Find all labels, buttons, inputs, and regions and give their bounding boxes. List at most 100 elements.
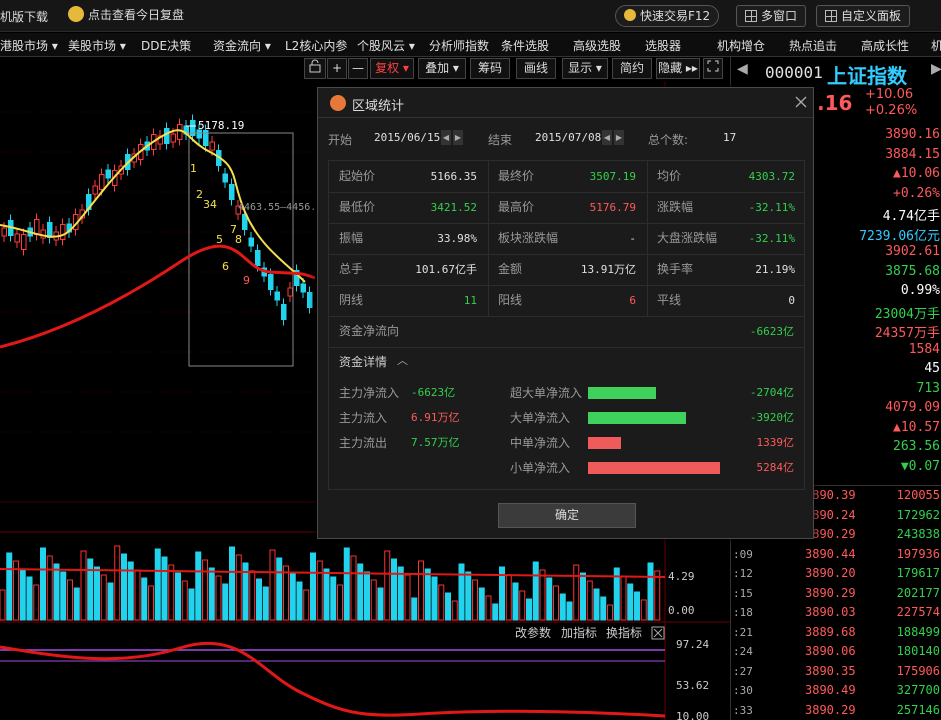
nav-us-market[interactable]: 美股市场 ▾: [68, 37, 126, 54]
collapse-chevron-icon[interactable]: ︿: [397, 345, 408, 376]
stat-value: 13.91万亿: [580, 263, 636, 276]
quick-trade-label: 快速交易F12: [640, 9, 711, 23]
next-stock-arrow[interactable]: ▶: [931, 61, 941, 77]
nav-fund-flow[interactable]: 资金流向 ▾: [213, 37, 271, 54]
count-value: 17: [723, 131, 737, 144]
nav-analyst-index[interactable]: 分析师指数: [429, 37, 489, 54]
start-prev-icon[interactable]: ◀: [441, 130, 451, 145]
nav-more[interactable]: 机: [931, 37, 941, 54]
nav-condition-select[interactable]: 条件选股: [501, 37, 549, 54]
high-label: 5178.19: [198, 119, 244, 132]
stat-col-divider: [647, 161, 648, 316]
lock-button[interactable]: [304, 58, 326, 79]
adjust-dropdown[interactable]: 复权 ▾: [370, 58, 414, 79]
tick-volume: 243838: [896, 527, 940, 541]
stat-label: 金额: [498, 262, 523, 276]
overlay-dropdown[interactable]: 叠加 ▾: [418, 58, 466, 79]
volume-bar: [532, 561, 539, 621]
volume-bar: [316, 560, 323, 621]
flow-bar: [588, 437, 621, 449]
draw-line-button[interactable]: 画线: [516, 58, 556, 79]
dialog-title-bar[interactable]: 区域统计: [318, 88, 813, 118]
candle-body: [274, 291, 280, 301]
custom-panel-button[interactable]: 自定义面板: [816, 5, 911, 27]
range-label: 4463.55—4456.: [238, 202, 316, 213]
volume-bar: [526, 598, 532, 621]
volume-bar: [107, 582, 114, 621]
stat-value: 101.67亿手: [415, 263, 477, 276]
stat-value: 5176.79: [589, 201, 636, 214]
tick-volume: 202177: [896, 585, 940, 600]
add-indicator-link[interactable]: 加指标: [561, 625, 597, 640]
quote-value: 3875.68: [885, 263, 940, 279]
volume-bar: [19, 568, 26, 621]
volume-bar: [256, 578, 262, 621]
nav-l2[interactable]: L2核心内参: [285, 37, 347, 54]
candle-body: [60, 224, 66, 240]
zoom-out-button[interactable]: —: [348, 58, 368, 79]
count-label: 总个数:: [648, 133, 689, 147]
ok-button[interactable]: 确定: [498, 503, 636, 528]
volume-bar: [391, 558, 397, 621]
nav-hk-market[interactable]: 港股市场 ▾: [0, 37, 58, 54]
review-label: 点击查看今日复盘: [88, 8, 185, 22]
volume-bar: [121, 553, 127, 621]
quick-trade-button[interactable]: 快速交易F12: [615, 5, 720, 27]
main-flow-value: 6.91万亿: [411, 411, 460, 424]
volume-bar: [593, 588, 600, 621]
stat-label: 最终价: [498, 169, 535, 183]
stats-grid: 起始价 5166.35 最终价 3507.19 均价 4303.72 最低价 3421.52 最…: [328, 160, 805, 490]
multi-window-button[interactable]: 多窗口: [736, 5, 807, 27]
top-bar: 机版下载 点击查看今日复盘 快速交易F12 多窗口 自定义面板: [0, 0, 941, 32]
zoom-in-button[interactable]: +: [327, 58, 347, 79]
volume-bars: [0, 545, 661, 621]
nav-institution[interactable]: 机构增仓: [717, 37, 765, 54]
simple-button[interactable]: 简约: [612, 58, 652, 79]
candle-body: [170, 133, 176, 143]
candle-body: [287, 287, 293, 297]
nav-hotspot[interactable]: 热点追击: [789, 37, 837, 54]
volume-bar: [640, 599, 647, 621]
tick-price: 3890.44: [805, 546, 856, 561]
nav-stock-news[interactable]: 个股风云 ▾: [357, 37, 415, 54]
volume-bar: [53, 563, 60, 621]
volume-bar: [330, 576, 337, 621]
stat-value: 11: [463, 294, 477, 307]
volume-bar: [343, 547, 350, 621]
net-flow-label: 资金净流向: [339, 324, 400, 338]
detail-label: 资金详情: [339, 355, 388, 369]
volume-bar: [46, 555, 53, 621]
fullscreen-icon: [707, 60, 719, 72]
volume-bar: [370, 579, 377, 621]
chips-button[interactable]: 筹码: [470, 58, 510, 79]
change-indicator-link[interactable]: 换指标: [606, 625, 642, 640]
nav-stock-picker[interactable]: 选股器: [645, 37, 681, 54]
nav-dde[interactable]: DDE决策: [141, 37, 191, 54]
display-dropdown[interactable]: 显示 ▾: [562, 58, 608, 79]
end-next-icon[interactable]: ▶: [614, 130, 624, 145]
candle-body: [281, 304, 287, 320]
quote-value: 0.99%: [900, 283, 940, 298]
volume-bar: [404, 574, 411, 621]
tick-row: :12 3890.20 179617: [731, 565, 941, 584]
price-change-pct: +0.26%: [865, 103, 918, 118]
fullscreen-button[interactable]: [703, 58, 723, 79]
indicator-tick-2: 53.62: [676, 679, 709, 692]
tick-volume: 175906: [896, 663, 940, 678]
quote-value: 24357万手: [874, 326, 940, 341]
main-flow-label: 主力流出: [339, 436, 388, 450]
start-next-icon[interactable]: ▶: [453, 130, 463, 145]
volume-bar: [141, 577, 148, 621]
close-icon[interactable]: [795, 96, 807, 108]
review-link[interactable]: 点击查看今日复盘: [68, 5, 184, 27]
volume-bar: [80, 550, 87, 621]
download-link[interactable]: 机版下载: [0, 7, 48, 29]
quote-value: 263.56: [893, 439, 940, 454]
nav-advanced-select[interactable]: 高级选股: [573, 37, 621, 54]
nav-growth[interactable]: 高成长性: [861, 37, 909, 54]
hide-button[interactable]: 隐藏 ▸▸: [656, 58, 700, 79]
prev-stock-arrow[interactable]: ◀: [737, 61, 748, 77]
end-prev-icon[interactable]: ◀: [602, 130, 612, 145]
indicator-line: [0, 641, 666, 718]
edit-params-link[interactable]: 改参数: [515, 625, 551, 640]
